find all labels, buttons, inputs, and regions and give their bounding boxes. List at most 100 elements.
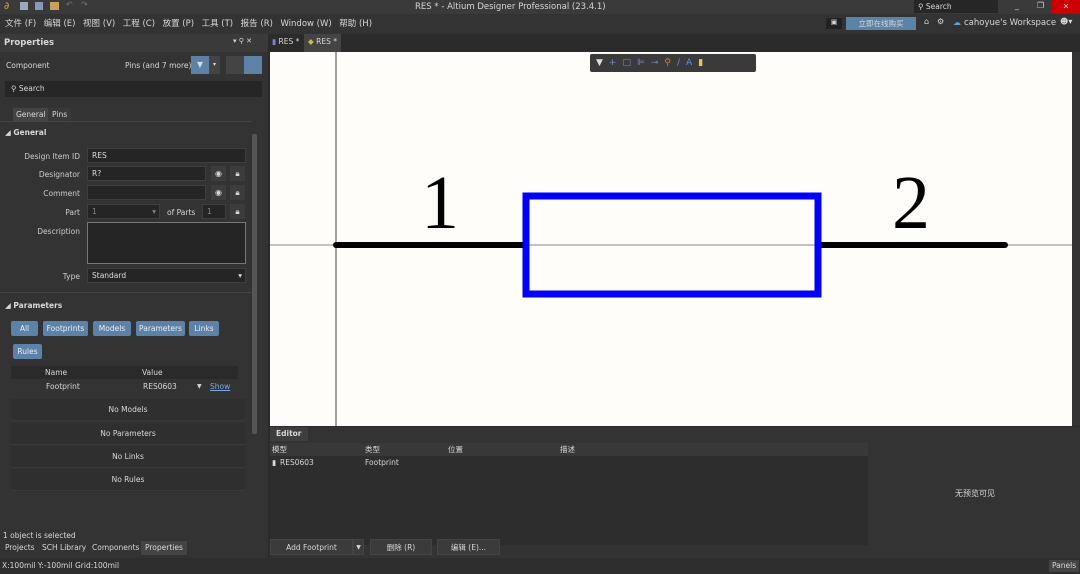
filter-footprints-button[interactable]: Footprints [43, 321, 88, 336]
redo-icon[interactable]: ↷ [81, 0, 88, 9]
part-select[interactable]: 1 ▾ [87, 204, 160, 219]
move-icon[interactable]: + [609, 58, 623, 68]
show-link[interactable]: Show [210, 379, 230, 395]
designator-input[interactable]: R? [87, 166, 206, 181]
eye-icon[interactable]: ◉ [211, 166, 226, 181]
search-placeholder: Search [925, 2, 952, 11]
filter-summary: Pins (and 7 more) [125, 61, 192, 70]
no-models-row: No Models [11, 399, 245, 421]
column-value[interactable]: Value [142, 366, 163, 379]
description-label: Description [37, 227, 80, 236]
menu-project[interactable]: 工程 (C) [123, 14, 155, 34]
description-textarea[interactable] [87, 222, 246, 264]
editor-tab[interactable]: Editor [270, 427, 308, 441]
workspace-name[interactable]: cahoyue's Workspace [964, 18, 1056, 28]
panels-button[interactable]: Panels [1049, 560, 1080, 572]
feedback-icon[interactable]: ▣ [826, 18, 842, 29]
selection-status: 1 object is selected [3, 531, 76, 540]
menu-tools[interactable]: 工具 (T) [202, 14, 234, 34]
section-parameters[interactable]: ◢ Parameters [5, 301, 62, 310]
filter-icon[interactable]: ▼ [596, 58, 609, 68]
column-model[interactable]: 模型 [272, 443, 287, 456]
type-label: Type [62, 272, 80, 281]
tab-pins[interactable]: Pins [48, 108, 72, 121]
tab-components[interactable]: Components [88, 541, 144, 555]
align-icon[interactable]: ⊫ [637, 58, 651, 68]
panel-title: Properties [4, 38, 55, 48]
search-icon: ⚲ [918, 2, 924, 11]
panel-scrollbar[interactable] [252, 134, 257, 434]
filter-rules-button[interactable]: Rules [13, 344, 42, 359]
minimize-button[interactable]: _ [1015, 1, 1019, 10]
lock-icon[interactable]: 🔒︎ [230, 166, 245, 181]
add-footprint-button[interactable]: Add Footprint [270, 539, 353, 555]
window-title: RES * - Altium Designer Professional (23… [415, 2, 606, 12]
tab-res-active[interactable]: ◆ RES * [304, 34, 342, 52]
menu-place[interactable]: 放置 (P) [163, 14, 194, 34]
section-general[interactable]: ◢ General [5, 128, 46, 137]
pin-icon[interactable]: ⊸ [651, 58, 665, 68]
lock-icon[interactable]: 🔒︎ [230, 185, 245, 200]
panel-menu-icon[interactable]: ▾ ⚲ ✕ [233, 37, 252, 45]
power-port-icon[interactable]: ⚲ [664, 58, 677, 68]
lock-icon[interactable]: 🔒︎ [230, 204, 245, 219]
column-description[interactable]: 描述 [560, 443, 575, 456]
home-icon[interactable]: ⌂ [924, 17, 929, 26]
undo-icon[interactable]: ↶ [66, 0, 73, 9]
save-icon[interactable] [20, 2, 28, 10]
filter-dropdown[interactable]: ▾ [209, 56, 220, 74]
delete-button[interactable]: 删除 (R) [370, 539, 432, 555]
tab-res-schlib[interactable]: ▮ RES * [272, 37, 299, 46]
menu-edit[interactable]: 编辑 (E) [44, 14, 76, 34]
table-row[interactable]: ▮ RES0603 Footprint [270, 458, 868, 470]
row-name: Footprint [46, 382, 80, 391]
tab-projects[interactable]: Projects [1, 541, 39, 555]
menu-window[interactable]: Window (W) [280, 14, 331, 34]
column-type[interactable]: 类型 [365, 443, 380, 456]
restore-button[interactable]: ❐ [1037, 1, 1044, 10]
open-icon[interactable] [50, 2, 59, 10]
tab-sch-library[interactable]: SCH Library [38, 541, 91, 555]
table-row[interactable]: Footprint RES0603 ▼ Show [11, 379, 245, 395]
close-button[interactable]: ✕ [1052, 0, 1080, 14]
select-icon[interactable] [226, 56, 244, 74]
edit-button[interactable]: 编辑 (E)... [437, 539, 500, 555]
filter-links-button[interactable]: Links [189, 321, 219, 336]
canvas-scrollbar[interactable] [1072, 52, 1080, 426]
tab-properties[interactable]: Properties [141, 541, 187, 555]
design-item-id-input[interactable]: RES [87, 148, 246, 163]
preview-area: 无预览可见 [870, 443, 1080, 545]
eye-icon[interactable]: ◉ [211, 185, 226, 200]
properties-search[interactable]: ⚲ Search [5, 81, 262, 97]
select-rect-icon[interactable]: □ [622, 58, 637, 68]
select-mode-icon[interactable] [244, 56, 262, 74]
line-icon[interactable]: / [677, 58, 686, 68]
menu-reports[interactable]: 报告 (R) [241, 14, 273, 34]
note-icon[interactable]: ▮ [698, 58, 709, 68]
menu-help[interactable]: 帮助 (H) [339, 14, 372, 34]
filter-parameters-button[interactable]: Parameters [136, 321, 185, 336]
dropdown-arrow-icon[interactable]: ▼ [197, 379, 202, 395]
models-table: 模型 类型 位置 描述 ▮ RES0603 Footprint [270, 443, 868, 545]
filter-all-button[interactable]: All [11, 321, 38, 336]
save-all-icon[interactable] [35, 2, 43, 10]
filter-models-button[interactable]: Models [93, 321, 131, 336]
column-name[interactable]: Name [45, 366, 67, 379]
menu-file[interactable]: 文件 (F) [5, 14, 36, 34]
add-dropdown-arrow[interactable]: ▼ [353, 539, 364, 555]
type-select[interactable]: Standard ▾ [87, 268, 246, 283]
pin-2-label: 2 [892, 161, 930, 245]
column-location[interactable]: 位置 [448, 443, 463, 456]
pin-1-label: 1 [421, 161, 459, 245]
gear-icon[interactable]: ⚙ [937, 17, 944, 26]
schematic-canvas[interactable]: 1 2 ▼+□⊫⊸⚲/A▮ [270, 52, 1072, 426]
user-icon[interactable]: ☻▾ [1060, 17, 1072, 26]
menu-view[interactable]: 视图 (V) [83, 14, 115, 34]
tab-general[interactable]: General [13, 108, 49, 121]
buy-online-button[interactable]: 立即在线购买 [846, 17, 916, 30]
text-icon[interactable]: A [686, 58, 698, 68]
footprint-icon: ▮ [272, 458, 277, 467]
global-search[interactable]: ⚲ Search [914, 0, 998, 13]
filter-icon[interactable]: ▼ [191, 56, 209, 74]
comment-input[interactable] [87, 185, 206, 200]
